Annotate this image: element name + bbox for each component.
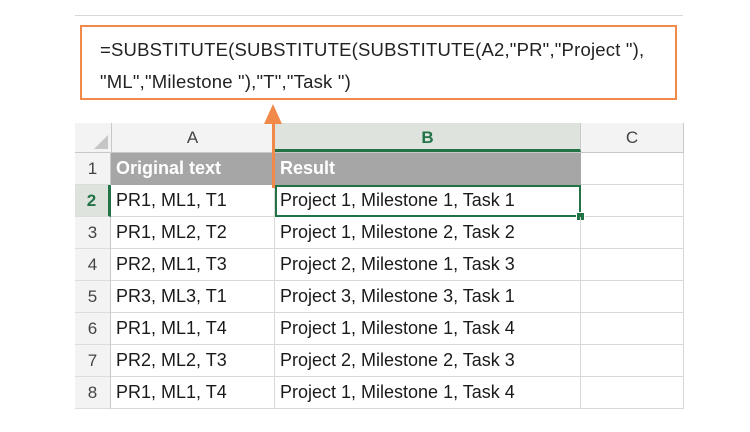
cell-b4[interactable]: Project 2, Milestone 1, Task 3 <box>275 249 581 281</box>
row-header-6[interactable]: 6 <box>75 313 111 345</box>
column-header-c[interactable]: C <box>581 123 684 152</box>
row-header-7[interactable]: 7 <box>75 345 111 377</box>
cell-c8[interactable] <box>581 377 684 409</box>
row-header-1[interactable]: 1 <box>75 153 111 185</box>
cell-a2[interactable]: PR1, ML1, T1 <box>111 185 275 217</box>
formula-callout: =SUBSTITUTE(SUBSTITUTE(SUBSTITUTE(A2,"PR… <box>80 25 677 100</box>
row-header-8[interactable]: 8 <box>75 377 111 409</box>
column-header-a[interactable]: A <box>111 123 275 152</box>
cell-c5[interactable] <box>581 281 684 313</box>
cell-c7[interactable] <box>581 345 684 377</box>
column-header-b[interactable]: B <box>275 123 581 152</box>
cell-a6[interactable]: PR1, ML1, T4 <box>111 313 275 345</box>
column-header-row: A B C <box>75 123 684 153</box>
cell-b3[interactable]: Project 1, Milestone 2, Task 2 <box>275 217 581 249</box>
cell-c1[interactable] <box>581 153 684 185</box>
cell-a1[interactable]: Original text <box>111 153 275 185</box>
select-all-corner[interactable] <box>75 123 112 152</box>
select-all-triangle-icon <box>94 135 108 149</box>
cell-b6[interactable]: Project 1, Milestone 1, Task 4 <box>275 313 581 345</box>
cell-b5[interactable]: Project 3, Milestone 3, Task 1 <box>275 281 581 313</box>
cell-c3[interactable] <box>581 217 684 249</box>
cell-c4[interactable] <box>581 249 684 281</box>
cell-a4[interactable]: PR2, ML1, T3 <box>111 249 275 281</box>
cell-a8[interactable]: PR1, ML1, T4 <box>111 377 275 409</box>
cell-c2[interactable] <box>581 185 684 217</box>
cell-b8[interactable]: Project 1, Milestone 1, Task 4 <box>275 377 581 409</box>
cell-a5[interactable]: PR3, ML3, T1 <box>111 281 275 313</box>
row-header-4[interactable]: 4 <box>75 249 111 281</box>
cell-b7[interactable]: Project 2, Milestone 2, Task 3 <box>275 345 581 377</box>
callout-arrow-up-icon <box>264 104 282 124</box>
cell-a3[interactable]: PR1, ML2, T2 <box>111 217 275 249</box>
cell-b2[interactable]: Project 1, Milestone 1, Task 1 <box>275 185 581 217</box>
formula-line-2: "ML","Milestone "),"T","Task ") <box>100 71 351 92</box>
cell-a7[interactable]: PR2, ML2, T3 <box>111 345 275 377</box>
row-header-3[interactable]: 3 <box>75 217 111 249</box>
formula-line-1: =SUBSTITUTE(SUBSTITUTE(SUBSTITUTE(A2,"PR… <box>100 39 645 60</box>
callout-arrow-shaft <box>272 118 275 188</box>
spreadsheet-grid: A B C 1 Original text Result 2 PR1, ML1, T1 P… <box>75 123 684 413</box>
row-header-2[interactable]: 2 <box>75 185 111 217</box>
row-header-5[interactable]: 5 <box>75 281 111 313</box>
cell-b1[interactable]: Result <box>275 153 581 185</box>
top-divider <box>75 15 683 16</box>
cell-c6[interactable] <box>581 313 684 345</box>
